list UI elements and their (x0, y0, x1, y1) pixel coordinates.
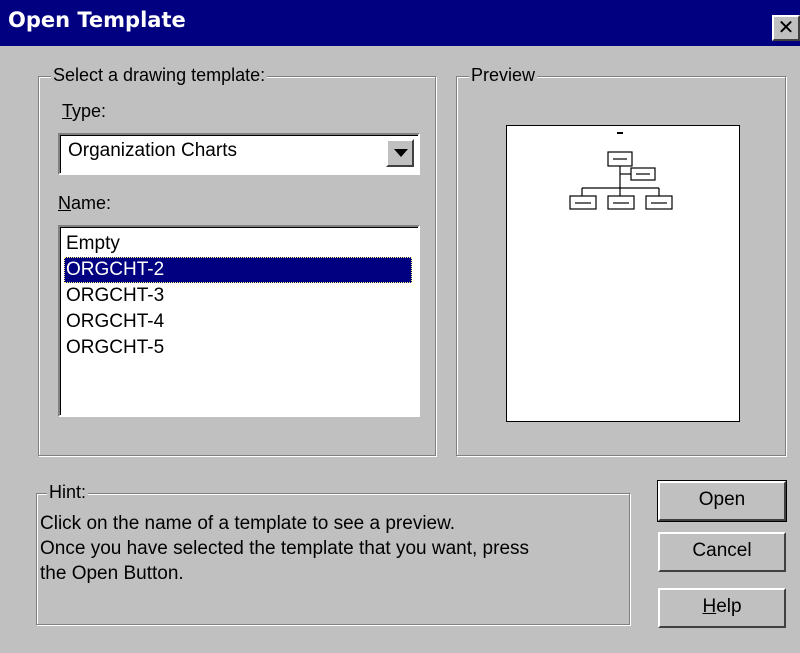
hint-line-3: the Open Button. (40, 563, 184, 584)
org-chart-thumbnail (569, 132, 673, 210)
select-template-legend: Select a drawing template: (51, 65, 268, 86)
window-title: Open Template (8, 8, 186, 32)
hint-text: Click on the name of a template to see a… (40, 511, 630, 586)
chevron-down-icon[interactable] (386, 139, 414, 167)
hint-line-2: Once you have selected the template that… (40, 538, 530, 559)
hint-legend: Hint: (47, 482, 89, 503)
preview-legend: Preview (469, 65, 538, 86)
type-label: Type: (62, 101, 107, 121)
name-listbox[interactable]: Empty ORGCHT-2 ORGCHT-3 ORGCHT-4 ORGCHT-… (58, 225, 420, 417)
list-item-orgcht-3[interactable]: ORGCHT-3 (64, 283, 412, 309)
close-button[interactable]: ✕ (772, 15, 800, 41)
name-label: Name: (58, 193, 112, 213)
open-button[interactable]: Open (657, 480, 787, 522)
preview-page (506, 125, 740, 422)
help-button[interactable]: Help (658, 588, 786, 628)
list-item-orgcht-4[interactable]: ORGCHT-4 (64, 309, 412, 335)
title-bar: Open Template ✕ (0, 0, 800, 46)
list-item-empty[interactable]: Empty (64, 231, 412, 257)
open-template-dialog: Open Template ✕ Select a drawing templat… (0, 0, 800, 653)
list-item-orgcht-2[interactable]: ORGCHT-2 (64, 257, 412, 283)
type-combobox-value: Organization Charts (68, 140, 237, 161)
cancel-button[interactable]: Cancel (658, 532, 786, 572)
list-item-orgcht-5[interactable]: ORGCHT-5 (64, 335, 412, 361)
type-combobox[interactable]: Organization Charts (58, 133, 420, 175)
hint-line-1: Click on the name of a template to see a… (40, 513, 456, 534)
